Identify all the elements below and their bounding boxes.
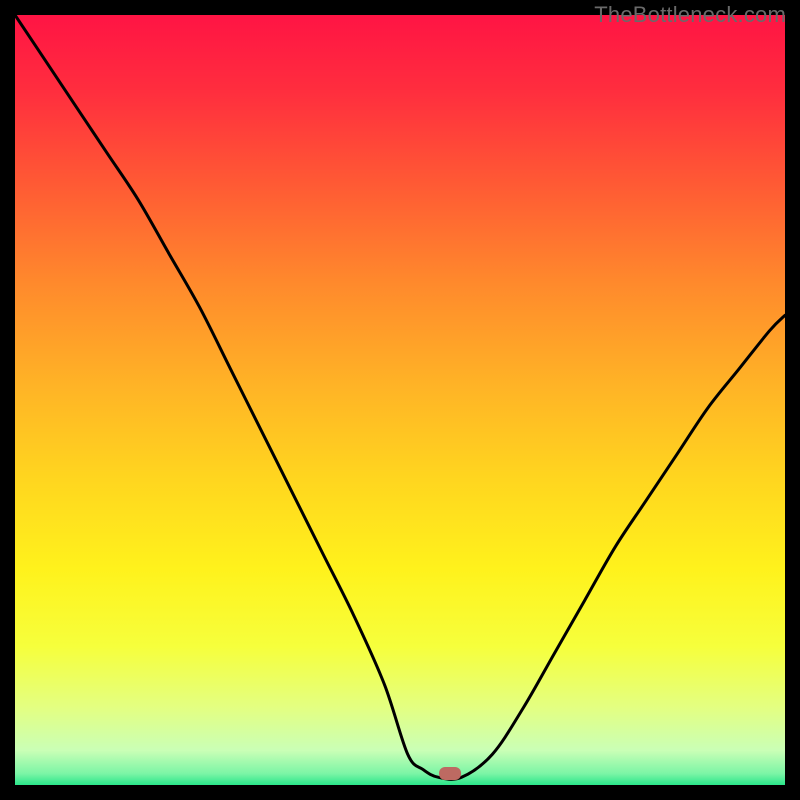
plot-area [15,15,785,785]
gradient-background [15,15,785,785]
watermark-label: TheBottleneck.com [594,2,786,28]
bottleneck-chart-svg [15,15,785,785]
optimal-marker [439,767,461,780]
chart-stage: TheBottleneck.com [0,0,800,800]
